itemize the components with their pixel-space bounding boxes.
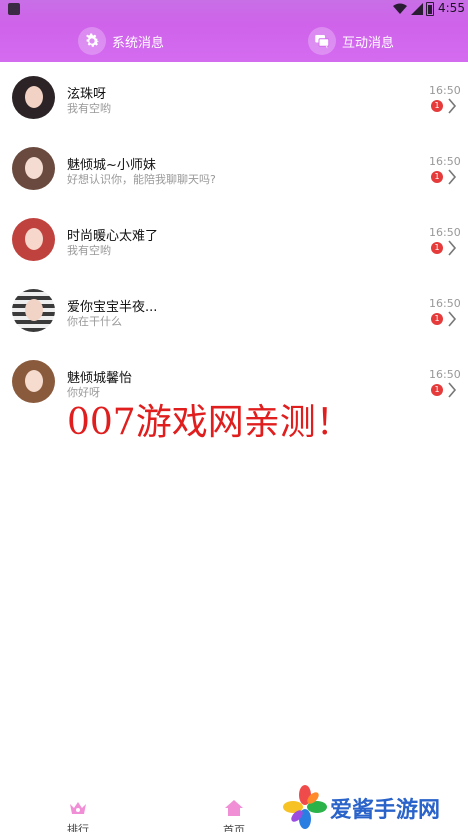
pinwheel-logo-icon	[283, 785, 327, 829]
unread-badge: 1	[431, 384, 443, 396]
avatar	[12, 360, 55, 403]
unread-badge: 1	[431, 313, 443, 325]
watermark-text: 007游戏网亲测！	[67, 402, 352, 443]
app-header: 4:55 系统消息 互动消息	[0, 0, 468, 62]
tab-label: 系统消息	[112, 35, 165, 51]
home-icon	[225, 800, 243, 816]
status-time: 4:55	[438, 1, 465, 15]
crown-icon	[70, 802, 86, 814]
nav-item-home[interactable]: 首页	[214, 800, 254, 832]
status-bar: 4:55	[0, 0, 468, 18]
message-time: 16:50	[429, 297, 461, 310]
chat-icon	[308, 27, 336, 55]
avatar	[12, 147, 55, 190]
nav-item-rank[interactable]: 排行	[58, 800, 98, 832]
chevron-right-icon	[448, 169, 457, 185]
message-time: 16:50	[429, 155, 461, 168]
tab-system-messages[interactable]: 系统消息	[78, 26, 164, 56]
tab-label: 互动消息	[342, 35, 395, 51]
unread-badge: 1	[431, 171, 443, 183]
chevron-right-icon	[448, 98, 457, 114]
site-logo: 爱酱手游网	[282, 782, 468, 832]
message-time: 16:50	[429, 368, 461, 381]
message-preview: 我有空哟	[67, 244, 111, 257]
message-time: 16:50	[429, 226, 461, 239]
nav-label: 排行	[67, 823, 89, 832]
unread-badge: 1	[431, 100, 443, 112]
avatar	[12, 289, 55, 332]
wifi-icon	[393, 3, 407, 14]
battery-icon	[426, 2, 434, 16]
gear-icon	[78, 27, 106, 55]
site-logo-text: 爱酱手游网	[330, 798, 441, 823]
avatar	[12, 76, 55, 119]
unread-badge: 1	[431, 242, 443, 254]
tab-interactive-messages[interactable]: 互动消息	[308, 26, 394, 56]
list-item[interactable]: 时尚暖心太难了 我有空哟 16:50 1	[0, 204, 468, 275]
avatar	[12, 218, 55, 261]
message-preview: 你在干什么	[67, 315, 122, 328]
signal-icon	[411, 3, 423, 15]
nav-label: 首页	[223, 824, 245, 832]
chevron-right-icon	[448, 240, 457, 256]
message-preview: 好想认识你，能陪我聊聊天吗?	[67, 173, 216, 186]
chevron-right-icon	[448, 382, 457, 398]
message-preview: 我有空哟	[67, 102, 111, 115]
list-item[interactable]: 泫珠呀 我有空哟 16:50 1	[0, 62, 468, 133]
list-item[interactable]: 魅倾城~小师妹 好想认识你，能陪我聊聊天吗? 16:50 1	[0, 133, 468, 204]
list-item[interactable]: 爱你宝宝半夜... 你在干什么 16:50 1	[0, 275, 468, 346]
app-notification-icon	[8, 3, 20, 15]
message-time: 16:50	[429, 84, 461, 97]
chevron-right-icon	[448, 311, 457, 327]
